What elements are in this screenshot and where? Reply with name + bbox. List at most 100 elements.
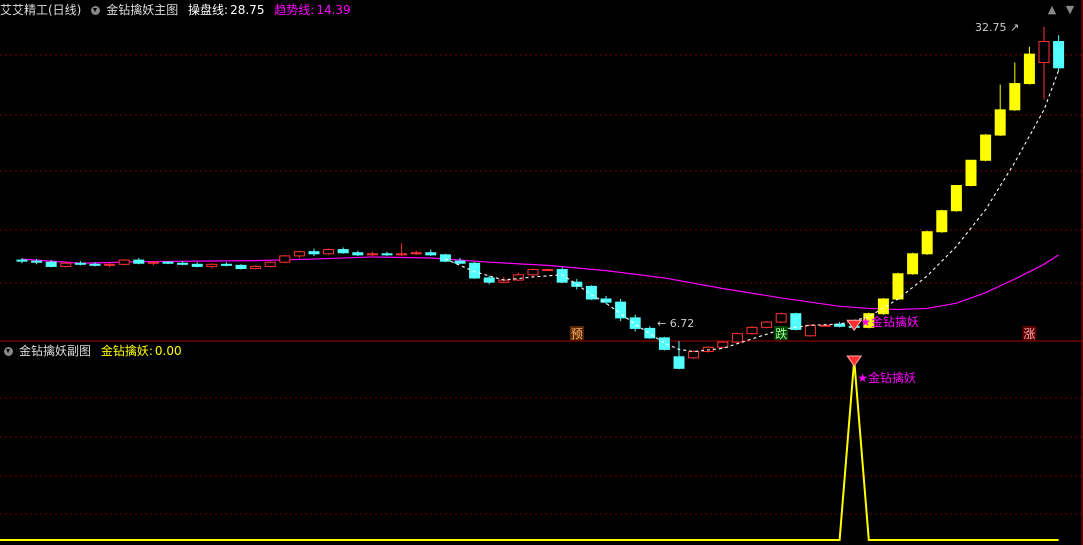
candle xyxy=(220,262,232,267)
low-price-label: ← 6.72 xyxy=(657,317,694,330)
candle-body xyxy=(1053,41,1065,69)
candle-body xyxy=(337,249,349,254)
candle xyxy=(206,263,218,269)
candle xyxy=(1053,35,1065,71)
candle-body xyxy=(688,351,700,359)
candle-body xyxy=(366,253,378,256)
candle-body xyxy=(308,251,320,255)
main-indicator-name[interactable]: 金钻擒妖主图 xyxy=(106,3,178,17)
candle xyxy=(337,247,349,254)
candle-body xyxy=(469,262,481,279)
signal-label: ★金钻擒妖 xyxy=(857,370,916,385)
candle-body xyxy=(147,261,159,264)
candle xyxy=(293,250,305,258)
candle-body xyxy=(16,259,28,262)
qushi-value: 14.39 xyxy=(316,3,351,17)
candle xyxy=(147,261,159,266)
candle-body xyxy=(206,263,218,267)
sub-panel-series: ★金钻擒妖 xyxy=(0,355,1059,541)
candle xyxy=(118,259,130,266)
candle-body xyxy=(220,263,232,266)
candle-body xyxy=(746,326,758,335)
candle xyxy=(658,336,670,351)
candle-body xyxy=(527,269,539,276)
candle-body xyxy=(162,261,174,264)
signal-label: ★金钻擒妖 xyxy=(860,314,919,329)
candle-body xyxy=(804,324,816,337)
candle xyxy=(980,134,992,162)
candle xyxy=(629,314,641,332)
candle xyxy=(644,326,656,339)
candle-body xyxy=(994,109,1006,136)
candle xyxy=(688,350,700,359)
candle-body xyxy=(74,262,86,265)
candle xyxy=(527,268,539,276)
candle xyxy=(279,254,291,264)
candle xyxy=(673,341,685,370)
candle-body xyxy=(936,210,948,233)
candle-body xyxy=(761,321,773,328)
signal-label: 金钻擒妖: xyxy=(100,344,153,358)
candle xyxy=(425,249,437,256)
candle-body xyxy=(775,313,787,323)
candle-body xyxy=(1009,83,1021,111)
caopan-value: 28.75 xyxy=(230,3,265,17)
panel-down-icon[interactable]: ▼ xyxy=(1064,4,1076,16)
candle-body xyxy=(629,317,641,329)
candle xyxy=(1023,46,1035,85)
candle-body xyxy=(235,264,247,270)
candle-body xyxy=(907,253,919,275)
candle-body xyxy=(921,231,933,255)
dropdown-icon[interactable] xyxy=(4,347,13,356)
candle xyxy=(410,250,422,255)
candle-body xyxy=(658,337,670,350)
candle-body xyxy=(118,259,130,265)
candle xyxy=(936,209,948,233)
candle xyxy=(191,262,203,268)
candle xyxy=(469,262,481,280)
candle xyxy=(235,264,247,270)
caopan-label: 操盘线: xyxy=(188,3,229,17)
candle-body xyxy=(1023,53,1035,85)
candle xyxy=(615,298,627,322)
candle-body xyxy=(396,253,408,256)
candle xyxy=(1038,26,1050,100)
candle-body xyxy=(31,260,43,263)
candle xyxy=(250,265,262,270)
candle-body xyxy=(381,253,393,256)
candle-body xyxy=(352,252,364,256)
high-price-label: 32.75 ↗ xyxy=(975,21,1019,34)
signal-line xyxy=(0,359,1059,541)
candle xyxy=(74,261,86,266)
signal-value: 0.00 xyxy=(154,344,182,358)
candle xyxy=(761,321,773,329)
panel-up-icon[interactable]: ▲ xyxy=(1046,4,1058,16)
candle xyxy=(439,253,451,263)
marker-label: 跌 xyxy=(775,326,787,341)
candle-body xyxy=(483,277,495,283)
candle-body xyxy=(410,252,422,255)
candle-body xyxy=(177,262,189,265)
candle-body xyxy=(731,333,743,343)
candle xyxy=(352,250,364,256)
qushi-label: 趋势线: xyxy=(274,3,315,17)
candle xyxy=(994,84,1006,137)
candle xyxy=(746,326,758,335)
candle xyxy=(308,248,320,256)
candle xyxy=(264,261,276,268)
candle xyxy=(921,230,933,255)
candle xyxy=(965,159,977,187)
candle-body xyxy=(60,262,72,267)
sub-header: 金钻擒妖副图 金钻擒妖: 0.00 xyxy=(0,342,188,360)
candle-body xyxy=(323,249,335,255)
candle xyxy=(381,251,393,256)
candle-body xyxy=(1038,41,1050,64)
sub-indicator-name[interactable]: 金钻擒妖副图 xyxy=(19,344,91,358)
dropdown-icon[interactable] xyxy=(91,6,101,15)
candle xyxy=(366,251,378,256)
candle-body xyxy=(673,356,685,369)
candle-body xyxy=(717,341,729,348)
candle xyxy=(133,258,145,265)
candle-body xyxy=(104,263,116,266)
marker-label: 涨 xyxy=(1023,326,1035,341)
